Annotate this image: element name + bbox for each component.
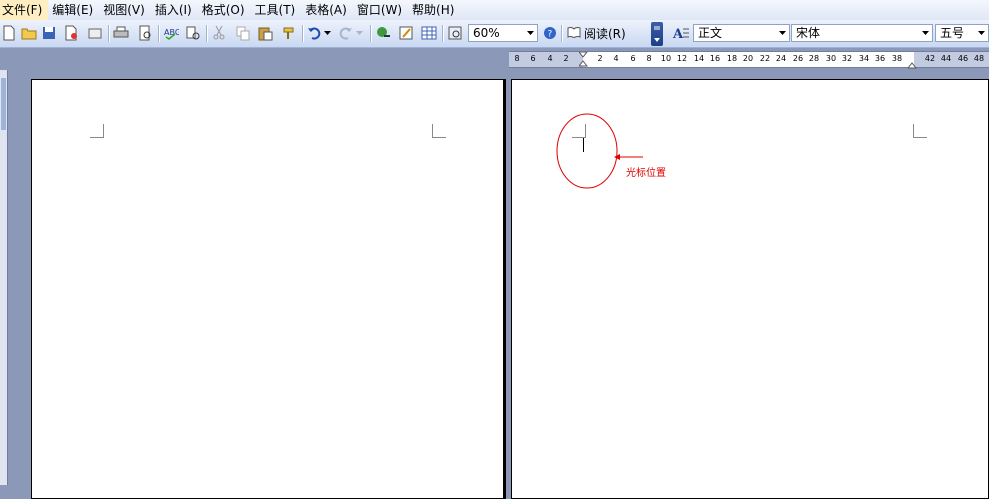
zoom-combobox[interactable]: 60% [468,24,538,42]
chevron-down-icon[interactable] [974,25,988,41]
tables-borders-icon[interactable] [397,23,415,43]
paste-icon[interactable] [256,23,274,43]
ruler-tick-label: 4 [613,54,619,63]
font-value: 宋体 [796,26,821,40]
copy-icon[interactable] [234,23,252,43]
ruler-tick-label: 48 [973,54,985,63]
corner-mark [913,124,927,138]
book-icon [567,26,581,41]
style-value: 正文 [698,26,723,40]
ruler-tick-label: 6 [530,54,536,63]
chevron-down-icon[interactable] [775,25,789,41]
save-icon[interactable] [40,23,58,43]
print-icon[interactable] [112,23,130,43]
menu-tools[interactable]: 工具(T) [251,0,302,20]
annotation-label: 光标位置 [626,168,666,179]
ruler-tick-label: 34 [858,54,870,63]
ruler-tick-label: 20 [742,54,754,63]
undo-icon[interactable] [305,23,323,43]
styles-formatting-icon[interactable]: A [672,23,690,43]
style-combobox[interactable]: 正文 [693,24,790,42]
vertical-ruler[interactable] [0,70,8,485]
open-folder-icon[interactable] [20,23,38,43]
svg-text:?: ? [548,30,553,40]
menu-bar: 文件(F) 编辑(E) 视图(V) 插入(I) 格式(O) 工具(T) 表格(A… [0,0,989,20]
ruler-tick-label: 2 [563,54,569,63]
ruler-strip[interactable]: 8 6 4 2 2 4 6 8 10 12 14 16 18 20 22 24 … [509,51,989,70]
vertical-ruler-margin [1,78,6,130]
ruler-tick-label: 42 [924,54,936,63]
spelling-icon[interactable]: ABC [162,23,180,43]
annotation-overlay [556,113,643,189]
menu-table[interactable]: 表格(A) [301,0,353,20]
ruler-tick-label: 2 [597,54,603,63]
svg-text:ABC: ABC [164,28,179,37]
ruler-tick-label: 18 [726,54,738,63]
ruler-tick-label: 26 [792,54,804,63]
corner-mark [90,124,104,138]
chevron-down-icon[interactable] [918,25,932,41]
ruler-tick-label: 10 [660,54,672,63]
format-painter-icon[interactable] [280,23,298,43]
standard-toolbar: ABC 60% ? 阅读(R) A 正文 宋体 五号 [0,20,989,48]
new-document-icon[interactable] [0,23,18,43]
right-indent-marker[interactable] [906,58,918,72]
research-icon[interactable] [184,23,202,43]
zoom-value: 60% [473,26,500,40]
undo-dropdown-icon[interactable] [322,23,332,43]
ruler-tick-label: 36 [874,54,886,63]
hyperlink-icon[interactable] [375,23,393,43]
horizontal-ruler[interactable]: 8 6 4 2 2 4 6 8 10 12 14 16 18 20 22 24 … [0,48,989,69]
first-line-indent-marker[interactable] [577,51,589,70]
ruler-tick-label: 44 [940,54,952,63]
menu-insert[interactable]: 插入(I) [151,0,198,20]
ruler-tick-label: 32 [841,54,853,63]
redo-dropdown-icon[interactable] [354,23,364,43]
ruler-tick-label: 8 [514,54,520,63]
ruler-tick-label: 38 [891,54,903,63]
chevron-down-icon[interactable] [523,25,537,41]
redo-icon[interactable] [337,23,355,43]
menu-edit[interactable]: 编辑(E) [48,0,99,20]
menu-format[interactable]: 格式(O) [198,0,251,20]
ruler-tick-label: 16 [709,54,721,63]
ruler-left-margin [509,52,583,67]
ruler-tick-label: 28 [808,54,820,63]
document-page-2[interactable]: 光标位置 [511,79,989,499]
ruler-tick-label: 24 [775,54,787,63]
print-preview-icon[interactable] [136,23,154,43]
cut-icon[interactable] [210,23,228,43]
svg-text:A: A [672,27,684,41]
ruler-tick-label: 8 [646,54,652,63]
ruler-tick-label: 22 [759,54,771,63]
menu-help[interactable]: 帮助(H) [408,0,460,20]
font-size-value: 五号 [940,26,965,40]
ruler-tick-label: 30 [825,54,837,63]
toolbar-options-handle[interactable] [651,22,663,46]
menu-file[interactable]: 文件(F) [0,0,49,20]
font-size-combobox[interactable]: 五号 [935,24,989,42]
menu-view[interactable]: 视图(V) [99,0,151,20]
ruler-tick-label: 6 [630,54,636,63]
font-combobox[interactable]: 宋体 [791,24,933,42]
ruler-tick-label: 14 [693,54,705,63]
menu-window[interactable]: 窗口(W) [353,0,408,20]
corner-mark [432,124,446,138]
help-icon[interactable]: ? [541,23,559,43]
highlight-ellipse [556,113,618,189]
read-button[interactable]: 阅读(R) [567,24,626,42]
ruler-tick-label: 12 [676,54,688,63]
email-icon[interactable] [86,23,104,43]
read-label: 阅读(R) [584,26,626,41]
document-map-icon[interactable] [446,23,464,43]
document-page-1[interactable] [31,79,504,499]
ruler-tick-label: 46 [957,54,969,63]
permission-icon[interactable] [62,23,80,43]
insert-table-icon[interactable] [420,23,438,43]
ruler-tick-label: 4 [547,54,553,63]
